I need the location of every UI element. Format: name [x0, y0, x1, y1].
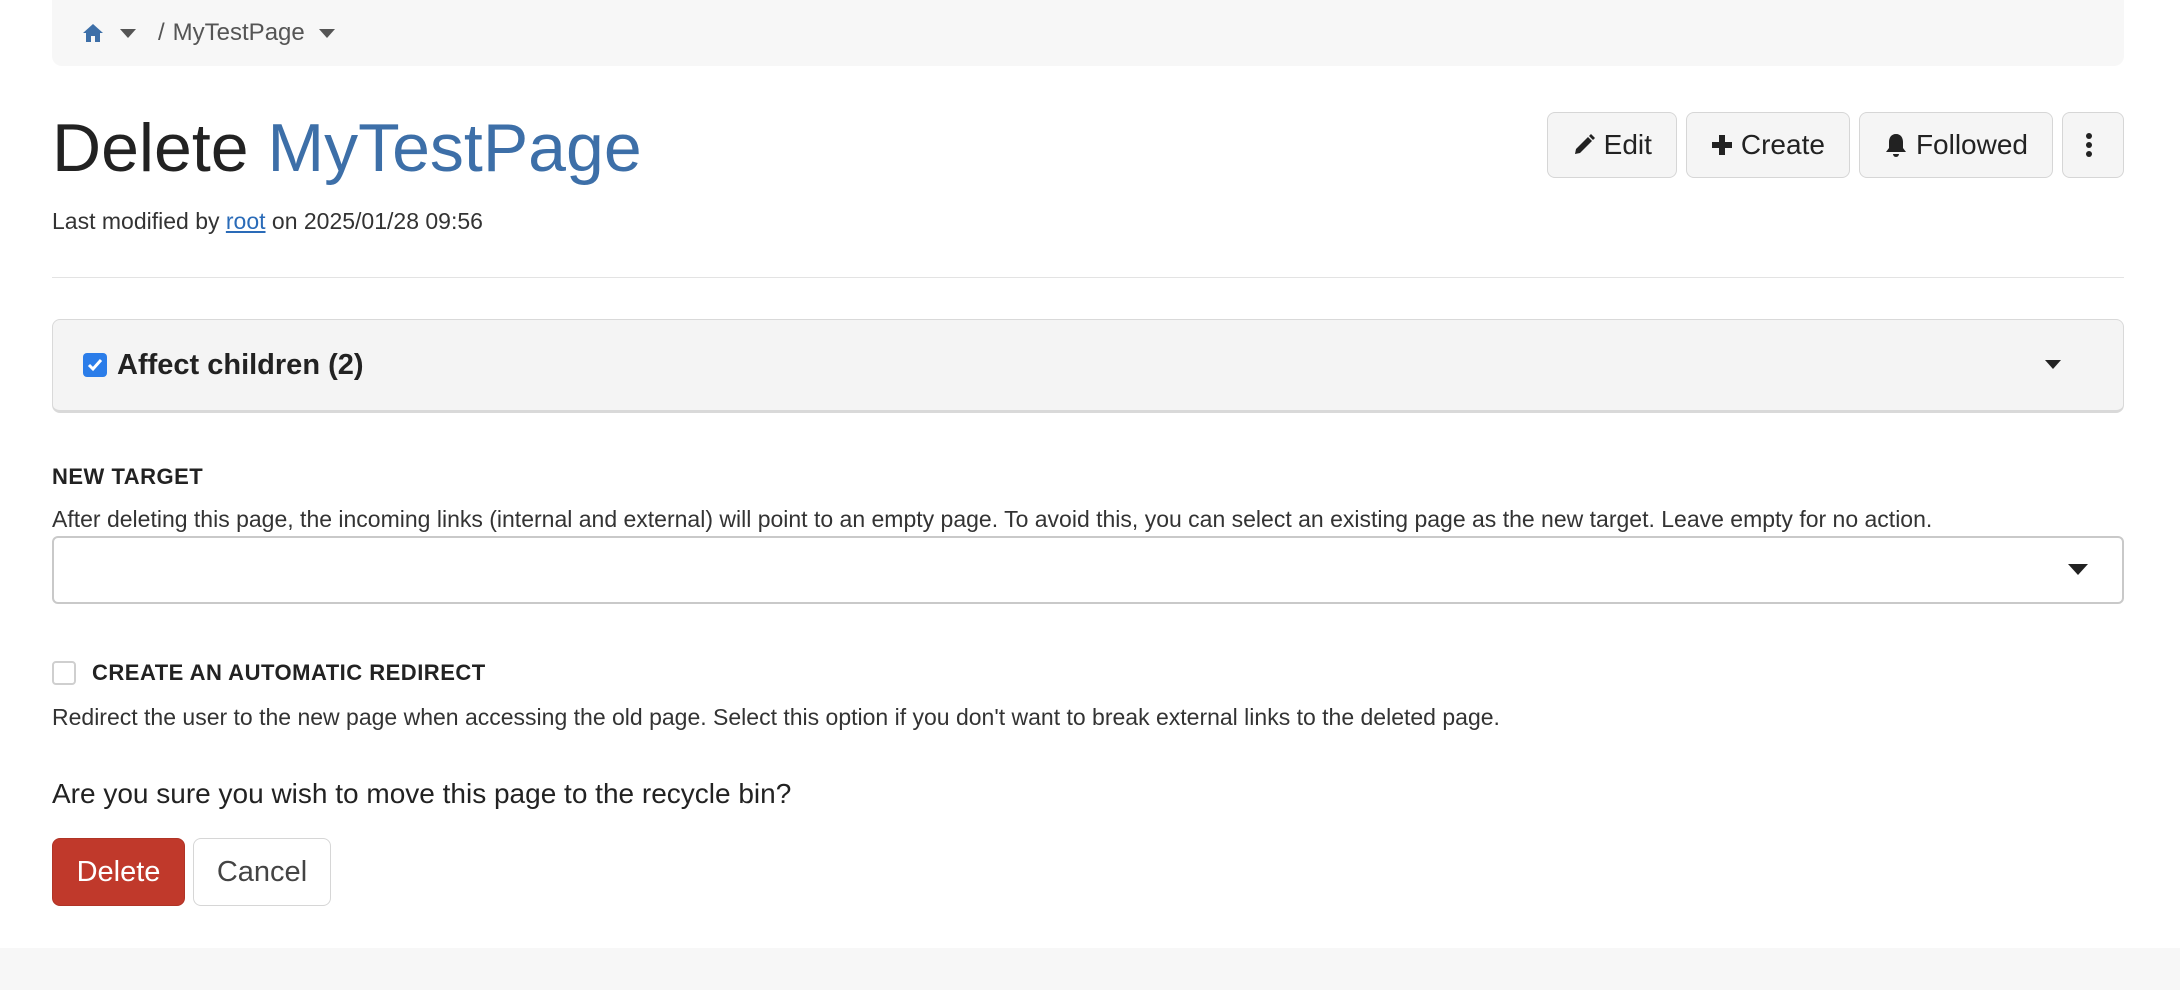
followed-button[interactable]: Followed [1858, 112, 2053, 178]
redirect-checkbox[interactable] [52, 661, 76, 685]
breadcrumb-page-link[interactable]: MyTestPage [173, 19, 305, 47]
modified-user-link[interactable]: root [226, 208, 266, 234]
edit-button[interactable]: Edit [1546, 112, 1677, 178]
main-content: / MyTestPage Delete MyTestPage Last modi… [52, 0, 2124, 906]
cancel-button[interactable]: Cancel [193, 838, 331, 906]
kebab-menu-icon [2086, 133, 2092, 157]
modified-date: on 2025/01/28 09:56 [271, 208, 483, 234]
page-title: Delete MyTestPage [52, 108, 642, 190]
chevron-down-icon[interactable] [120, 28, 136, 38]
plus-icon [1711, 135, 1732, 155]
pencil-icon [1574, 134, 1595, 154]
confirm-text: Are you sure you wish to move this page … [52, 778, 792, 809]
redirect-option: CREATE AN AUTOMATIC REDIRECT [52, 660, 486, 686]
breadcrumb: / MyTestPage [52, 0, 2124, 66]
chevron-down-icon[interactable] [2045, 360, 2061, 369]
create-button-label: Create [1740, 129, 1825, 160]
create-button[interactable]: Create [1685, 112, 1850, 178]
followed-button-label: Followed [1915, 129, 2028, 160]
edit-button-label: Edit [1603, 129, 1652, 160]
bell-icon [1885, 134, 1906, 157]
title-page-link[interactable]: MyTestPage [267, 110, 641, 186]
more-actions-button[interactable] [2062, 112, 2124, 178]
redirect-help: Redirect the user to the new page when a… [52, 704, 1500, 730]
home-icon[interactable] [82, 21, 106, 45]
page-actions: Edit Create Followed [1546, 112, 2124, 178]
breadcrumb-separator: / [158, 19, 165, 46]
last-modified: Last modified by root on 2025/01/28 09:5… [52, 208, 483, 235]
chevron-down-icon[interactable] [2068, 564, 2088, 575]
new-target-label: NEW TARGET [52, 464, 204, 489]
page-header: Delete MyTestPage Last modified by root … [52, 66, 2124, 278]
modified-prefix: Last modified by [52, 208, 220, 234]
checkmark-icon [87, 359, 103, 372]
affect-children-checkbox[interactable] [83, 353, 107, 377]
new-target-help: After deleting this page, the incoming l… [52, 506, 1933, 532]
title-prefix: Delete [52, 110, 249, 186]
chevron-down-icon[interactable] [318, 28, 335, 38]
delete-button[interactable]: Delete [52, 838, 185, 906]
new-target-select[interactable] [52, 536, 2124, 604]
affect-children-panel[interactable]: Affect children (2) [52, 319, 2124, 413]
affect-children-label[interactable]: Affect children (2) [117, 349, 364, 382]
header-divider [52, 277, 2124, 278]
page-footer [0, 948, 2180, 990]
page: / MyTestPage Delete MyTestPage Last modi… [0, 0, 2180, 990]
redirect-label[interactable]: CREATE AN AUTOMATIC REDIRECT [92, 660, 486, 686]
